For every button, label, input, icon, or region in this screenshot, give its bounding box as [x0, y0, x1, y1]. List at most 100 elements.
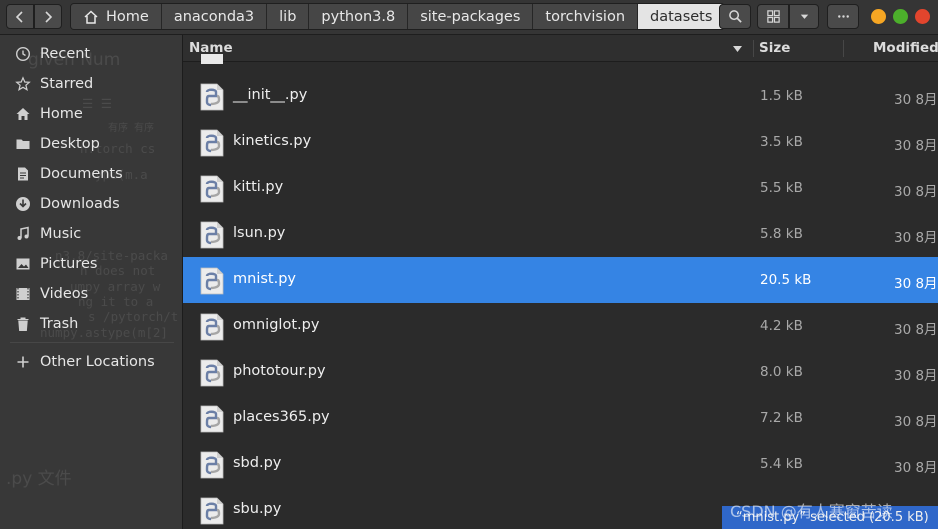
- clock-icon: [14, 46, 31, 63]
- sidebar-item-other-locations[interactable]: Other Locations: [0, 347, 182, 377]
- file-size: 7.2 kB: [760, 410, 803, 426]
- file-name: kitti.py: [233, 179, 284, 195]
- sort-down-icon[interactable]: [733, 46, 742, 52]
- file-row[interactable]: lsun.py 5.8 kB 30 8月: [183, 211, 938, 257]
- file-size: 5.8 kB: [760, 226, 803, 242]
- breadcrumb-label: Home: [106, 8, 149, 25]
- column-size[interactable]: Size: [759, 40, 790, 56]
- python-file-icon: [197, 54, 227, 68]
- breadcrumb-site-packages[interactable]: site-packages: [408, 4, 534, 29]
- trash-icon: [14, 316, 31, 333]
- sidebar-item-label: Other Locations: [40, 354, 155, 370]
- python-file-icon: [197, 404, 227, 434]
- background-text: .py 文件: [6, 469, 72, 489]
- plus-icon: [14, 354, 31, 371]
- breadcrumb-lib[interactable]: lib: [267, 4, 310, 29]
- folder-icon: [14, 136, 31, 153]
- breadcrumb: Home anaconda3 lib python3.8 site-packag…: [70, 3, 726, 30]
- file-name: places365.py: [233, 409, 330, 425]
- chevron-down-icon: [800, 14, 808, 19]
- file-modified: 30 8月: [894, 138, 938, 154]
- breadcrumb-python38[interactable]: python3.8: [309, 4, 409, 29]
- close-button[interactable]: [915, 9, 930, 24]
- sidebar-item-label: Starred: [40, 76, 94, 92]
- file-row[interactable]: places365.py 7.2 kB 30 8月: [183, 395, 938, 441]
- file-row[interactable]: mnist.py 20.5 kB 30 8月: [183, 257, 938, 303]
- home-icon: [14, 106, 31, 123]
- python-file-icon: [197, 174, 227, 204]
- search-icon: [728, 10, 742, 23]
- chevron-right-icon: [45, 10, 53, 23]
- file-modified: 30 8月: [894, 322, 938, 338]
- sidebar-item-trash[interactable]: Trash: [0, 309, 182, 339]
- file-name: phototour.py: [233, 363, 326, 379]
- download-icon: [14, 196, 31, 213]
- python-file-icon: [197, 82, 227, 112]
- file-size: 5.4 kB: [760, 456, 803, 472]
- sidebar-item-starred[interactable]: Starred: [0, 69, 182, 99]
- file-list: Name Size Modified __init__.py 1.5 kB 30 8…: [182, 35, 938, 529]
- sidebar-item-videos[interactable]: Videos: [0, 279, 182, 309]
- view-options-button[interactable]: [789, 4, 819, 29]
- sidebar-item-home[interactable]: Home: [0, 99, 182, 129]
- file-row[interactable]: omniglot.py 4.2 kB 30 8月: [183, 303, 938, 349]
- home-icon: [84, 9, 98, 24]
- python-file-icon: [197, 128, 227, 158]
- header-bar: Home anaconda3 lib python3.8 site-packag…: [0, 0, 938, 35]
- file-name: kinetics.py: [233, 133, 312, 149]
- sidebar-item-recent[interactable]: Recent: [0, 39, 182, 69]
- python-file-icon: [197, 450, 227, 480]
- file-row[interactable]: phototour.py 8.0 kB 30 8月: [183, 349, 938, 395]
- file-modified: 30 8月: [894, 460, 938, 476]
- python-file-icon: [197, 312, 227, 342]
- column-divider: [753, 40, 754, 57]
- minimize-button[interactable]: [871, 9, 886, 24]
- file-modified: 30 8月: [894, 230, 938, 246]
- sidebar-item-desktop[interactable]: Desktop: [0, 129, 182, 159]
- file-row[interactable]: sbd.py 5.4 kB 30 8月: [183, 441, 938, 487]
- file-row[interactable]: kinetics.py 3.5 kB 30 8月: [183, 119, 938, 165]
- maximize-button[interactable]: [893, 9, 908, 24]
- column-modified[interactable]: Modified: [873, 40, 938, 56]
- file-size: 4.2 kB: [760, 318, 803, 334]
- breadcrumb-anaconda3[interactable]: anaconda3: [161, 4, 268, 29]
- python-file-icon: [197, 496, 227, 526]
- sidebar-item-label: Recent: [40, 46, 91, 62]
- file-name: mnist.py: [233, 271, 296, 287]
- sidebar-item-label: Pictures: [40, 256, 98, 272]
- file-modified: 30 8月: [894, 368, 938, 384]
- file-size: 5.5 kB: [760, 180, 803, 196]
- sidebar-item-label: Videos: [40, 286, 89, 302]
- sidebar-item-music[interactable]: Music: [0, 219, 182, 249]
- sidebar-item-label: Music: [40, 226, 82, 242]
- sidebar-item-downloads[interactable]: Downloads: [0, 189, 182, 219]
- file-modified: 30 8月: [894, 184, 938, 200]
- sidebar-item-label: Downloads: [40, 196, 120, 212]
- python-file-icon: [197, 220, 227, 250]
- file-name: omniglot.py: [233, 317, 320, 333]
- sidebar-separator: [10, 342, 174, 343]
- file-size: 1.5 kB: [760, 88, 803, 104]
- file-name: lsun.py: [233, 225, 286, 241]
- view-toggle-button[interactable]: [757, 4, 789, 29]
- file-row[interactable]: kitti.py 5.5 kB 30 8月: [183, 165, 938, 211]
- watermark: CSDN @有人寒窗苦读: [730, 502, 893, 521]
- file-name: __init__.py: [233, 87, 308, 103]
- star-icon: [14, 76, 31, 93]
- grid-view-icon: [766, 10, 780, 23]
- column-header: Name Size Modified: [183, 35, 938, 62]
- breadcrumb-home[interactable]: Home: [71, 4, 162, 29]
- sidebar-item-pictures[interactable]: Pictures: [0, 249, 182, 279]
- document-icon: [14, 166, 31, 183]
- breadcrumb-datasets[interactable]: datasets: [638, 4, 725, 29]
- forward-button[interactable]: [34, 4, 62, 29]
- main-menu-button[interactable]: [827, 4, 859, 29]
- file-row[interactable]: __init__.py 1.5 kB 30 8月: [183, 73, 938, 119]
- breadcrumb-torchvision[interactable]: torchvision: [533, 4, 639, 29]
- search-button[interactable]: [719, 4, 751, 29]
- file-modified: 30 8月: [894, 414, 938, 430]
- sidebar-item-label: Trash: [40, 316, 79, 332]
- back-button[interactable]: [6, 4, 34, 29]
- sidebar-item-label: Desktop: [40, 136, 100, 152]
- sidebar-item-documents[interactable]: Documents: [0, 159, 182, 189]
